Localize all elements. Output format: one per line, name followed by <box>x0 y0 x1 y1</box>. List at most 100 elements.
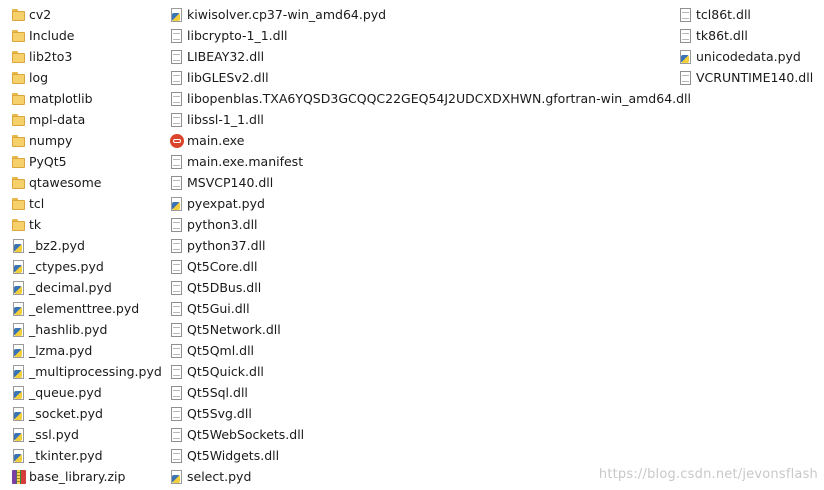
item-name: Include <box>29 28 75 43</box>
python-file-icon <box>12 427 25 442</box>
folder-item[interactable]: log <box>12 67 162 88</box>
item-name: tk <box>29 217 42 232</box>
file-item[interactable]: VCRUNTIME140.dll <box>679 67 813 88</box>
file-column-2: kiwisolver.cp37-win_amd64.pyd libcrypto-1… <box>170 4 691 487</box>
file-item[interactable]: Qt5Core.dll <box>170 256 691 277</box>
file-item[interactable]: _tkinter.pyd <box>12 445 162 466</box>
python-file-icon <box>12 301 25 316</box>
folder-item[interactable]: mpl-data <box>12 109 162 130</box>
item-name: MSVCP140.dll <box>187 175 274 190</box>
file-item[interactable]: _ssl.pyd <box>12 424 162 445</box>
file-item[interactable]: libssl-1_1.dll <box>170 109 691 130</box>
watermark-text: https://blog.csdn.net/jevonsflash <box>598 467 818 482</box>
python-file-icon <box>12 406 25 421</box>
file-icon <box>679 7 692 22</box>
file-item[interactable]: kiwisolver.cp37-win_amd64.pyd <box>170 4 691 25</box>
file-item[interactable]: _lzma.pyd <box>12 340 162 361</box>
file-item[interactable]: Qt5Widgets.dll <box>170 445 691 466</box>
file-icon <box>170 217 183 232</box>
file-item[interactable]: main.exe.manifest <box>170 151 691 172</box>
python-file-icon <box>679 49 692 64</box>
item-name: cv2 <box>29 7 52 22</box>
item-name: Qt5DBus.dll <box>187 280 262 295</box>
folder-item[interactable]: tk <box>12 214 162 235</box>
file-icon <box>170 427 183 442</box>
file-item[interactable]: libopenblas.TXA6YQSD3GCQQC22GEQ54J2UDCXD… <box>170 88 691 109</box>
folder-item[interactable]: numpy <box>12 130 162 151</box>
item-name: matplotlib <box>29 91 93 106</box>
file-item[interactable]: Qt5WebSockets.dll <box>170 424 691 445</box>
file-item[interactable]: _multiprocessing.pyd <box>12 361 162 382</box>
file-item[interactable]: tcl86t.dll <box>679 4 813 25</box>
folder-icon <box>12 134 25 148</box>
folder-item[interactable]: Include <box>12 25 162 46</box>
file-item[interactable]: Qt5Sql.dll <box>170 382 691 403</box>
item-name: python37.dll <box>187 238 266 253</box>
file-icon <box>170 154 183 169</box>
item-name: Qt5Svg.dll <box>187 406 252 421</box>
item-name: Qt5Network.dll <box>187 322 281 337</box>
folder-item[interactable]: PyQt5 <box>12 151 162 172</box>
file-item[interactable]: _hashlib.pyd <box>12 319 162 340</box>
file-item[interactable]: _ctypes.pyd <box>12 256 162 277</box>
file-item[interactable]: pyexpat.pyd <box>170 193 691 214</box>
item-name: libopenblas.TXA6YQSD3GCQQC22GEQ54J2UDCXD… <box>187 91 692 106</box>
item-name: base_library.zip <box>29 469 126 484</box>
file-item[interactable]: _bz2.pyd <box>12 235 162 256</box>
file-item[interactable]: python37.dll <box>170 235 691 256</box>
folder-icon <box>12 71 25 85</box>
file-item[interactable]: base_library.zip <box>12 466 162 487</box>
file-item[interactable]: Qt5Svg.dll <box>170 403 691 424</box>
file-item[interactable]: main.exe <box>170 130 691 151</box>
file-item[interactable]: _queue.pyd <box>12 382 162 403</box>
file-item[interactable]: libGLESv2.dll <box>170 67 691 88</box>
item-name: _tkinter.pyd <box>29 448 103 463</box>
file-item[interactable]: Qt5Gui.dll <box>170 298 691 319</box>
file-item[interactable]: libcrypto-1_1.dll <box>170 25 691 46</box>
file-item[interactable]: _decimal.pyd <box>12 277 162 298</box>
folder-item[interactable]: qtawesome <box>12 172 162 193</box>
python-file-icon <box>12 343 25 358</box>
folder-item[interactable]: cv2 <box>12 4 162 25</box>
file-icon <box>170 70 183 85</box>
file-item[interactable]: MSVCP140.dll <box>170 172 691 193</box>
folder-icon <box>12 197 25 211</box>
file-item[interactable]: tk86t.dll <box>679 25 813 46</box>
file-icon <box>679 70 692 85</box>
folder-icon <box>12 50 25 64</box>
file-icon <box>679 28 692 43</box>
file-item[interactable]: _socket.pyd <box>12 403 162 424</box>
item-name: _lzma.pyd <box>29 343 93 358</box>
file-icon <box>170 343 183 358</box>
folder-icon <box>12 218 25 232</box>
item-name: Qt5Qml.dll <box>187 343 255 358</box>
folder-icon <box>12 155 25 169</box>
item-name: numpy <box>29 133 73 148</box>
python-file-icon <box>12 448 25 463</box>
python-file-icon <box>12 238 25 253</box>
file-item[interactable]: _elementtree.pyd <box>12 298 162 319</box>
file-item[interactable]: python3.dll <box>170 214 691 235</box>
python-file-icon <box>170 469 183 484</box>
item-name: qtawesome <box>29 175 102 190</box>
file-item[interactable]: Qt5Qml.dll <box>170 340 691 361</box>
file-column-1: cv2 Include lib2to3 log matplotlib mpl-data nu… <box>12 4 162 487</box>
file-item[interactable]: Qt5DBus.dll <box>170 277 691 298</box>
item-name: libssl-1_1.dll <box>187 112 264 127</box>
item-name: libGLESv2.dll <box>187 70 269 85</box>
folder-item[interactable]: matplotlib <box>12 88 162 109</box>
item-name: _multiprocessing.pyd <box>29 364 162 379</box>
folder-item[interactable]: lib2to3 <box>12 46 162 67</box>
item-name: Qt5Sql.dll <box>187 385 248 400</box>
item-name: _hashlib.pyd <box>29 322 108 337</box>
folder-icon <box>12 29 25 43</box>
folder-item[interactable]: tcl <box>12 193 162 214</box>
item-name: tk86t.dll <box>696 28 748 43</box>
file-item[interactable]: Qt5Quick.dll <box>170 361 691 382</box>
file-item[interactable]: LIBEAY32.dll <box>170 46 691 67</box>
file-item[interactable]: Qt5Network.dll <box>170 319 691 340</box>
file-item[interactable]: unicodedata.pyd <box>679 46 813 67</box>
file-icon <box>170 448 183 463</box>
file-icon <box>170 406 183 421</box>
item-name: Qt5Widgets.dll <box>187 448 280 463</box>
